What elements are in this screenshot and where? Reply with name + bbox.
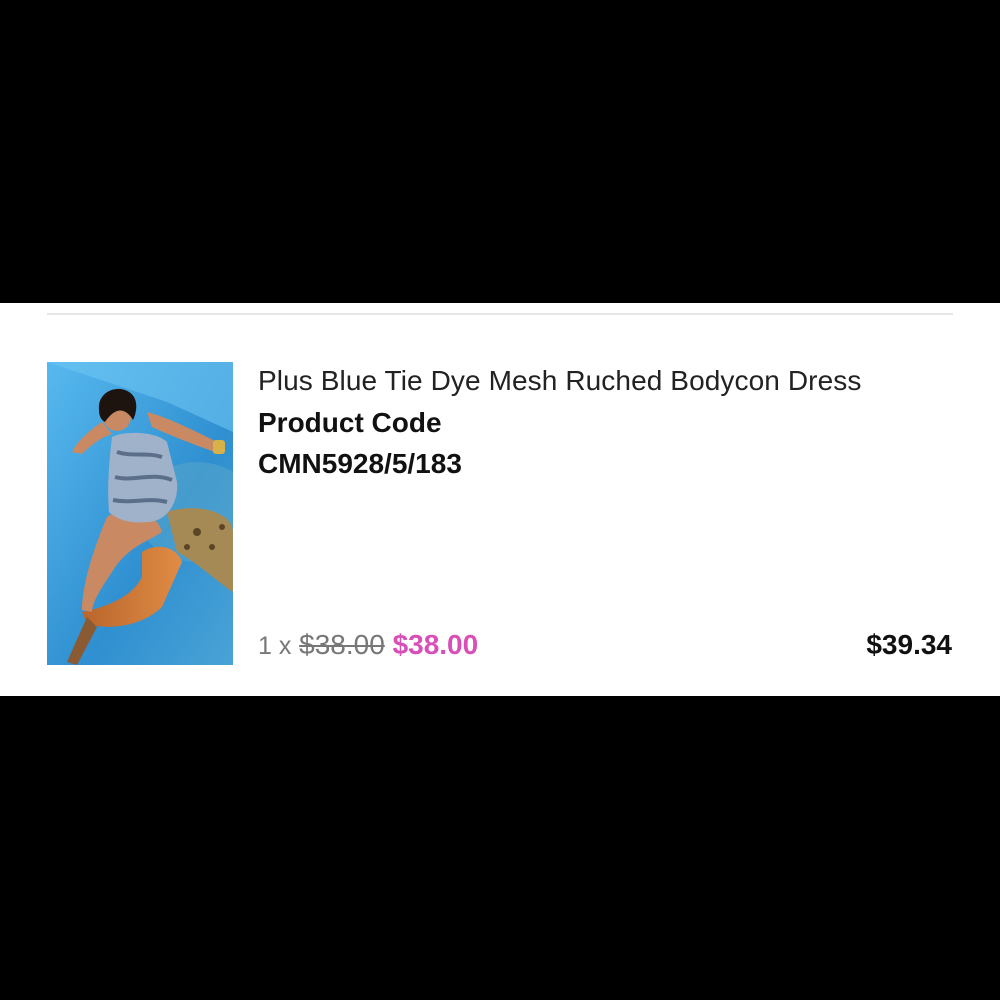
product-title[interactable]: Plus Blue Tie Dye Mesh Ruched Bodycon Dr… — [258, 365, 861, 397]
product-image[interactable] — [47, 362, 233, 665]
product-photo-icon — [47, 362, 233, 665]
screenshot-frame: Plus Blue Tie Dye Mesh Ruched Bodycon Dr… — [0, 0, 1000, 1000]
sale-price: $38.00 — [392, 629, 479, 660]
product-code-label: Product Code — [258, 407, 442, 438]
divider — [47, 313, 953, 315]
product-code-value: CMN5928/5/183 — [258, 448, 462, 479]
price-row: 1 x $38.00 $38.00 — [258, 629, 478, 661]
line-total: $39.34 — [866, 629, 952, 660]
original-price: $38.00 — [299, 629, 385, 660]
cart-item-card: Plus Blue Tie Dye Mesh Ruched Bodycon Dr… — [0, 303, 1000, 696]
quantity-text: 1 x — [258, 632, 292, 660]
